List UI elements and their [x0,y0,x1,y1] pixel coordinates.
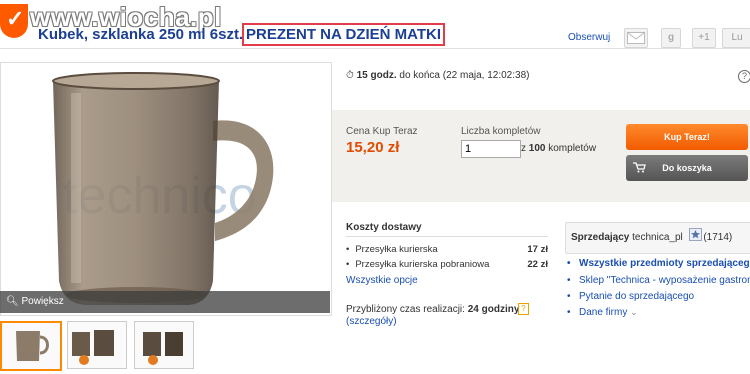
mug-image: technico [52,72,274,305]
thumbnail-1[interactable] [0,321,62,371]
shipping-row: • Przesyłka kurierska pobraniowa 22 zł [346,259,548,270]
cart-label: Do koszyka [662,163,712,173]
thumbnail-2[interactable] [67,321,127,369]
delivery-time-label: Przybliżony czas realizacji: [346,304,468,315]
header-divider [0,48,750,49]
company-data-link[interactable]: • Dane firmy ⌄ [567,307,638,318]
price-label: Cena Kup Teraz [346,126,418,137]
product-image[interactable]: technico [0,62,332,316]
thumbnail-mugs-icon [72,330,114,365]
link-label: Sklep "Technica - wyposażenie gastronomi… [579,275,750,286]
delivery-time: Przybliżony czas realizacji: 24 godziny [346,304,519,315]
email-share-button[interactable] [624,28,648,48]
zoom-button[interactable]: 🔍︎ Powiększ [6,296,64,307]
shipping-divider [346,236,548,237]
price-value: 15,20 zł [346,139,400,156]
chevron-down-icon: ⌄ [630,307,638,317]
delivery-details-link[interactable]: (szczegóły) [346,316,397,327]
qty-max-value: 100 [528,143,546,154]
seller-info: Sprzedający technica_pl (1714) [571,232,732,243]
question-icon[interactable]: ? [518,303,529,315]
thumbnail-mug-icon [16,331,49,361]
gplus-button[interactable]: +1 [692,28,716,48]
link-label: Pytanie do sprzedającego [579,291,695,302]
google-icon: g [667,32,675,43]
quantity-input[interactable] [461,140,521,158]
timer-hours: 15 godz. [356,70,397,81]
all-shipping-options-link[interactable]: Wszystkie opcje [346,275,418,286]
observe-link[interactable]: Obserwuj [568,32,610,43]
buy-now-button[interactable]: Kup Teraz! [626,124,748,150]
quantity-max: z 100 kompletów [521,143,596,154]
help-icon[interactable]: ? [738,70,750,83]
thumbnail-mugs-icon [143,332,183,365]
auction-title-highlight: PREZENT NA DZIEŃ MATKI [242,23,445,46]
link-label: Wszystkie przedmioty sprzedającego [579,258,750,269]
shipping-method: Przesyłka kurierska [355,244,438,255]
auction-timer: ⏱ 15 godz. do końca (22 maja, 12:02:38) [346,70,529,81]
seller-shop-link[interactable]: •Sklep "Technica - wyposażenie gastronom… [567,275,750,286]
magnifier-icon: 🔍︎ [6,296,19,307]
envelope-icon [627,32,645,44]
thumbnail-3[interactable] [134,321,194,369]
seller-name[interactable]: technica_pl [632,232,683,243]
delivery-time-value: 24 godziny [467,304,520,315]
qty-of-prefix: z [521,143,529,154]
seller-rating[interactable]: (1714) [703,232,732,243]
zoom-label: Powiększ [21,296,64,307]
shipping-price: 17 zł [527,244,548,255]
gplus-g-button[interactable]: g [661,28,681,48]
link-label: Dane firmy [579,307,628,318]
auction-title: Kubek, szklanka 250 ml 6szt. [38,26,244,43]
shipping-price: 22 zł [527,259,548,270]
shipping-row: • Przesyłka kurierska 17 zł [346,244,548,255]
seller-label: Sprzedający [571,232,630,243]
cart-icon [633,162,646,173]
star-icon [689,228,702,241]
timer-end: do końca (22 maja, 12:02:38) [396,70,530,81]
checkmark-icon: ✓ [6,6,25,31]
like-button[interactable]: Lu [722,28,750,48]
qty-of-suffix: kompletów [545,143,597,154]
clock-icon: ⏱ [346,70,354,81]
shipping-method: Przesyłka kurierska pobraniowa [355,259,490,270]
quantity-label: Liczba kompletów [461,126,541,137]
shipping-title: Koszty dostawy [346,222,422,233]
seller-all-items-link[interactable]: • Wszystkie przedmioty sprzedającego [567,258,750,269]
ask-seller-link[interactable]: • Pytanie do sprzedającego [567,291,695,302]
